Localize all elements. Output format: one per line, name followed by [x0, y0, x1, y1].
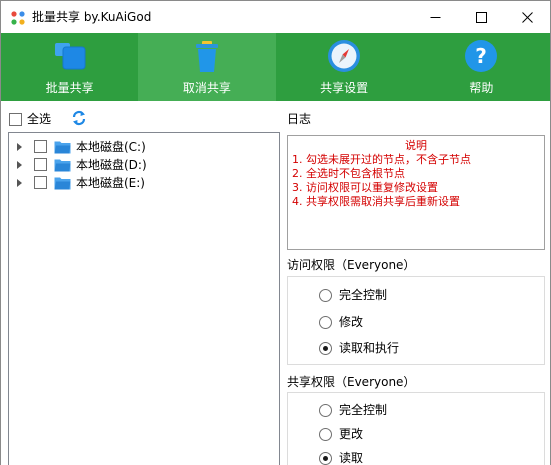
tree-item-label: 本地磁盘(E:) [76, 176, 145, 190]
share-permission-label: 共享权限（Everyone） [287, 375, 416, 389]
radio-button[interactable] [319, 315, 332, 329]
access-option-full-control[interactable]: 完全控制 [319, 287, 387, 303]
radio-button[interactable] [319, 403, 332, 417]
select-all-label: 全选 [27, 112, 52, 126]
share-option-change[interactable]: 更改 [319, 426, 363, 442]
folder-icon [54, 177, 71, 190]
access-option-read-execute[interactable]: 读取和执行 [319, 340, 399, 356]
drive-tree[interactable]: 本地磁盘(C:) 本地磁盘(D:) 本地磁盘(E:) [8, 132, 280, 465]
refresh-icon[interactable] [71, 110, 87, 126]
log-box[interactable]: 说明 1. 勾选未展开过的节点，不含子节点 2. 全选时不包含根节点 3. 访问… [287, 135, 545, 250]
app-icon [11, 11, 25, 25]
maximize-button[interactable] [458, 1, 504, 33]
access-option-modify[interactable]: 修改 [319, 314, 363, 330]
radio-label: 读取 [339, 451, 364, 465]
access-permission-label: 访问权限（Everyone） [287, 258, 416, 272]
tree-checkbox[interactable] [34, 158, 47, 171]
radio-label: 修改 [339, 315, 364, 329]
radio-label: 完全控制 [339, 288, 388, 302]
tree-item-drive-c[interactable]: 本地磁盘(C:) [9, 138, 279, 156]
expand-arrow-icon[interactable] [17, 143, 22, 151]
log-line: 3. 访问权限可以重复修改设置 [292, 181, 438, 194]
select-all-checkbox[interactable]: 全选 [9, 111, 51, 127]
tree-item-drive-d[interactable]: 本地磁盘(D:) [9, 156, 279, 174]
window-title: 批量共享 by.KuAiGod [32, 10, 152, 24]
batch-share-button[interactable]: 批量共享 [1, 33, 138, 101]
share-settings-button[interactable]: 共享设置 [276, 33, 413, 101]
share-permission-group: 完全控制 更改 读取 [287, 392, 545, 465]
radio-button[interactable] [319, 427, 332, 441]
access-permission-group: 完全控制 修改 读取和执行 [287, 276, 545, 365]
tree-item-drive-e[interactable]: 本地磁盘(E:) [9, 174, 279, 192]
trash-bin-icon [195, 41, 218, 72]
share-option-read[interactable]: 读取 [319, 450, 363, 465]
radio-label: 读取和执行 [339, 341, 400, 355]
radio-button[interactable] [319, 288, 332, 302]
batch-share-label: 批量共享 [45, 81, 94, 95]
tree-checkbox[interactable] [34, 176, 47, 189]
maximize-icon [475, 11, 487, 23]
toolbar: 批量共享 取消共享 共享设置 ? 帮助 [1, 33, 550, 101]
log-title: 说明 [405, 139, 427, 152]
select-all-box[interactable] [9, 112, 22, 126]
tree-checkbox[interactable] [34, 140, 47, 153]
tree-item-label: 本地磁盘(C:) [76, 140, 146, 154]
windows-tiles-icon [54, 43, 86, 70]
minimize-icon [430, 16, 440, 18]
minimize-button[interactable] [412, 1, 458, 33]
log-line: 1. 勾选未展开过的节点，不含子节点 [292, 153, 471, 166]
main-window: 批量共享 by.KuAiGod 批量共享 取消共享 共享设置 ? 帮助 全选 本… [0, 0, 551, 465]
share-settings-label: 共享设置 [320, 81, 369, 95]
help-label: 帮助 [469, 81, 494, 95]
cancel-share-button[interactable]: 取消共享 [138, 33, 276, 101]
cancel-share-label: 取消共享 [182, 81, 231, 95]
folder-icon [54, 159, 71, 172]
folder-icon [54, 141, 71, 154]
compass-icon [328, 40, 361, 72]
radio-label: 更改 [339, 427, 364, 441]
svg-text:?: ? [476, 44, 488, 68]
expand-arrow-icon[interactable] [17, 179, 22, 187]
radio-button-checked[interactable] [319, 341, 332, 355]
tree-item-label: 本地磁盘(D:) [76, 158, 147, 172]
close-icon [521, 11, 533, 23]
close-button[interactable] [504, 1, 550, 33]
radio-button-checked[interactable] [319, 451, 332, 465]
title-bar[interactable]: 批量共享 by.KuAiGod [1, 1, 550, 33]
share-option-full-control[interactable]: 完全控制 [319, 402, 387, 418]
help-icon: ? [465, 40, 498, 72]
log-line: 2. 全选时不包含根节点 [292, 167, 405, 180]
radio-label: 完全控制 [339, 403, 388, 417]
help-button[interactable]: ? 帮助 [413, 33, 550, 101]
log-line: 4. 共享权限需取消共享后重新设置 [292, 195, 460, 208]
expand-arrow-icon[interactable] [17, 161, 22, 169]
log-label: 日志 [287, 112, 312, 126]
